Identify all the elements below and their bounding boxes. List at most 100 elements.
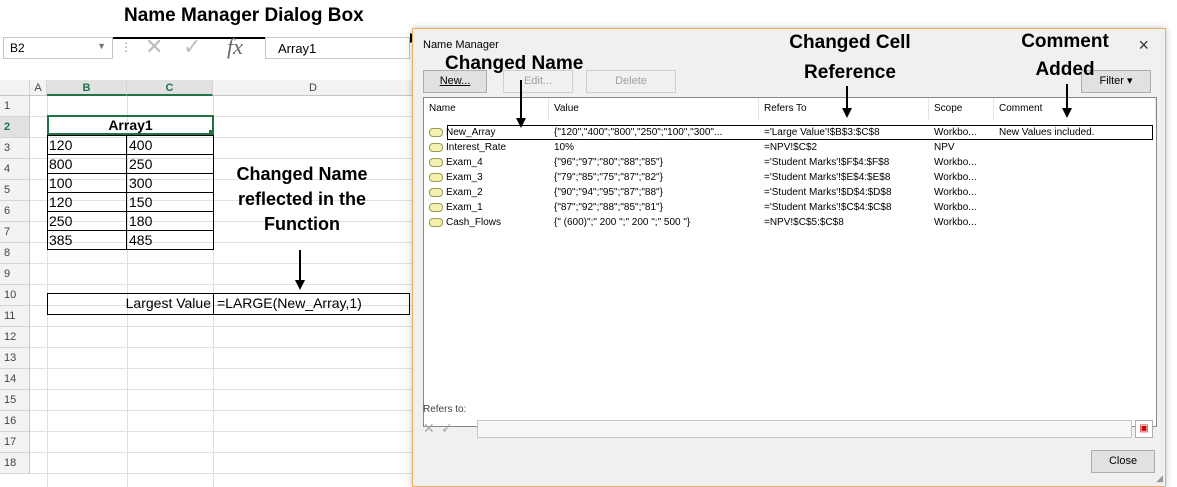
name-text: Exam_2 [446,187,483,198]
column-header-a[interactable]: A [30,80,47,96]
list-item[interactable]: Exam_3 {"79";"85";"75";"87";"82"} ='Studen… [424,170,1156,186]
row-header[interactable]: 2 [0,117,30,138]
names-list: Name Value Refers To Scope Comment New_A… [423,97,1157,427]
list-cell-value: {"96";"97";"80";"88";"85"} [554,157,663,168]
column-header-name[interactable]: Name [424,98,549,120]
table-cell[interactable]: 385 [49,231,125,250]
column-header-scope[interactable]: Scope [929,98,994,120]
list-cell-refers: =NPV!$C$5:$C$8 [764,217,844,228]
annotation-reflected-line1: Changed Name [236,164,368,184]
row-header[interactable]: 18 [0,453,30,474]
row-header[interactable]: 15 [0,390,30,411]
column-header-comment[interactable]: Comment [994,98,1156,120]
list-item[interactable]: Cash_Flows {" (600)";" 200 ";" 200 ";" 50… [424,215,1156,231]
list-cell-value: 10% [554,142,575,153]
table-cell[interactable]: 400 [129,136,211,155]
row-header[interactable]: 14 [0,369,30,390]
annotation-reflected-line2: reflected in the [237,189,367,209]
list-cell-value: {" (600)";" 200 ";" 200 ";" 500 "} [554,217,691,228]
column-header-d[interactable]: D [213,80,414,96]
collapse-dialog-icon[interactable]: ▣ [1135,420,1153,438]
row-header[interactable]: 1 [0,96,30,117]
table-cell[interactable]: 250 [49,212,125,231]
name-text: Cash_Flows [446,217,502,228]
annotation-arrow [1062,84,1072,118]
row-header[interactable]: 7 [0,222,30,243]
refers-to-label: Refers to: [423,404,467,415]
named-range-icon [429,217,443,227]
row-header[interactable]: 16 [0,411,30,432]
chevron-down-icon[interactable]: ▼ [97,41,106,51]
row-header[interactable]: 8 [0,243,30,264]
table-cell[interactable]: 100 [49,174,125,193]
row-header[interactable]: 17 [0,432,30,453]
list-cell-value: {"79";"85";"75";"87";"82"} [554,172,663,183]
resize-grip-icon[interactable]: ◢ [1156,473,1163,484]
list-cell-refers: ='Student Marks'!$E$4:$E$8 [764,172,891,183]
row-header[interactable]: 10 [0,285,30,306]
annotation-dialog-box: Name Manager Dialog Box [124,5,364,26]
name-text: Exam_4 [446,157,483,168]
list-cell-refers: ='Student Marks'!$F$4:$F$8 [764,157,890,168]
table-cell[interactable]: 120 [49,136,125,155]
named-range-icon [429,202,443,212]
insert-function-icon[interactable]: fx [227,34,243,60]
annotation-comment-added: Comment Added [1000,28,1130,84]
row-header[interactable]: 4 [0,159,30,180]
annotation-arrow [516,80,526,128]
formula-bar-separator: ⋮ [120,40,132,54]
table-cell[interactable]: 485 [129,231,211,250]
annotation-comment-line2: Added [1035,59,1095,80]
close-button[interactable]: Close [1091,450,1155,473]
enter-icon[interactable]: ✓ [183,34,201,60]
column-header-b[interactable]: B [47,80,127,96]
formula-input[interactable]: Array1 [265,37,410,59]
table-cell[interactable]: 800 [49,155,125,174]
cancel-icon[interactable]: ✕ [423,420,441,438]
row-header[interactable]: 9 [0,264,30,285]
annotation-changed-cell-reference: Changed Cell Reference [770,28,930,88]
list-cell-scope: Workbo... [934,187,977,198]
row-header[interactable]: 12 [0,327,30,348]
row-header[interactable]: 13 [0,348,30,369]
table-cell[interactable]: 300 [129,174,211,193]
close-icon[interactable]: × [1138,35,1149,56]
cancel-icon[interactable]: ✕ [145,34,163,60]
annotation-arrow [842,86,852,118]
table-cell[interactable]: 120 [49,193,125,212]
list-item[interactable]: Exam_2 {"90";"94";"95";"87";"88"} ='Studen… [424,185,1156,201]
name-text: Interest_Rate [446,142,507,153]
annotation-arrow [295,250,305,290]
table-cell[interactable]: 180 [129,212,211,231]
row-header[interactable]: 11 [0,306,30,327]
table-cell[interactable]: 150 [129,193,211,212]
list-item[interactable]: Exam_1 {"87";"92";"88";"85";"81"} ='Studen… [424,200,1156,216]
named-range-icon [429,157,443,167]
list-cell-scope: Workbo... [934,202,977,213]
delete-button[interactable]: Delete [586,70,676,93]
named-range-icon [429,142,443,152]
column-header-c[interactable]: C [127,80,213,96]
list-cell-value: {"87";"92";"88";"85";"81"} [554,202,663,213]
list-cell-refers: ='Student Marks'!$D$4:$D$8 [764,187,892,198]
select-all-corner[interactable] [0,80,30,96]
column-header-value[interactable]: Value [549,98,759,120]
formula-input-value: Array1 [278,41,317,56]
worksheet: A B C D 1 2 3 4 5 6 7 8 9 10 11 12 13 14 15 16 17 18 Arra… [0,80,414,487]
largest-value-label[interactable]: Largest Value [47,294,211,313]
name-box[interactable]: B2 ▼ [3,37,113,59]
list-item[interactable]: Exam_4 {"96";"97";"80";"88";"85"} ='Studen… [424,155,1156,171]
refers-to-input[interactable] [477,420,1132,438]
highlight-box [447,125,1153,140]
list-cell-refers: ='Student Marks'!$C$4:$C$8 [764,202,892,213]
row-header[interactable]: 3 [0,138,30,159]
table-cell[interactable]: 250 [129,155,211,174]
named-range-icon [429,127,443,137]
row-header[interactable]: 6 [0,201,30,222]
confirm-icon[interactable]: ✓ [441,420,459,438]
row-header[interactable]: 5 [0,180,30,201]
annotation-reflected: Changed Name reflected in the Function [214,162,390,237]
list-cell-scope: NPV [934,142,955,153]
list-item[interactable]: Interest_Rate 10% =NPV!$C$2 NPV [424,140,1156,156]
largest-value-formula[interactable]: =LARGE(New_Array,1) [215,294,410,313]
